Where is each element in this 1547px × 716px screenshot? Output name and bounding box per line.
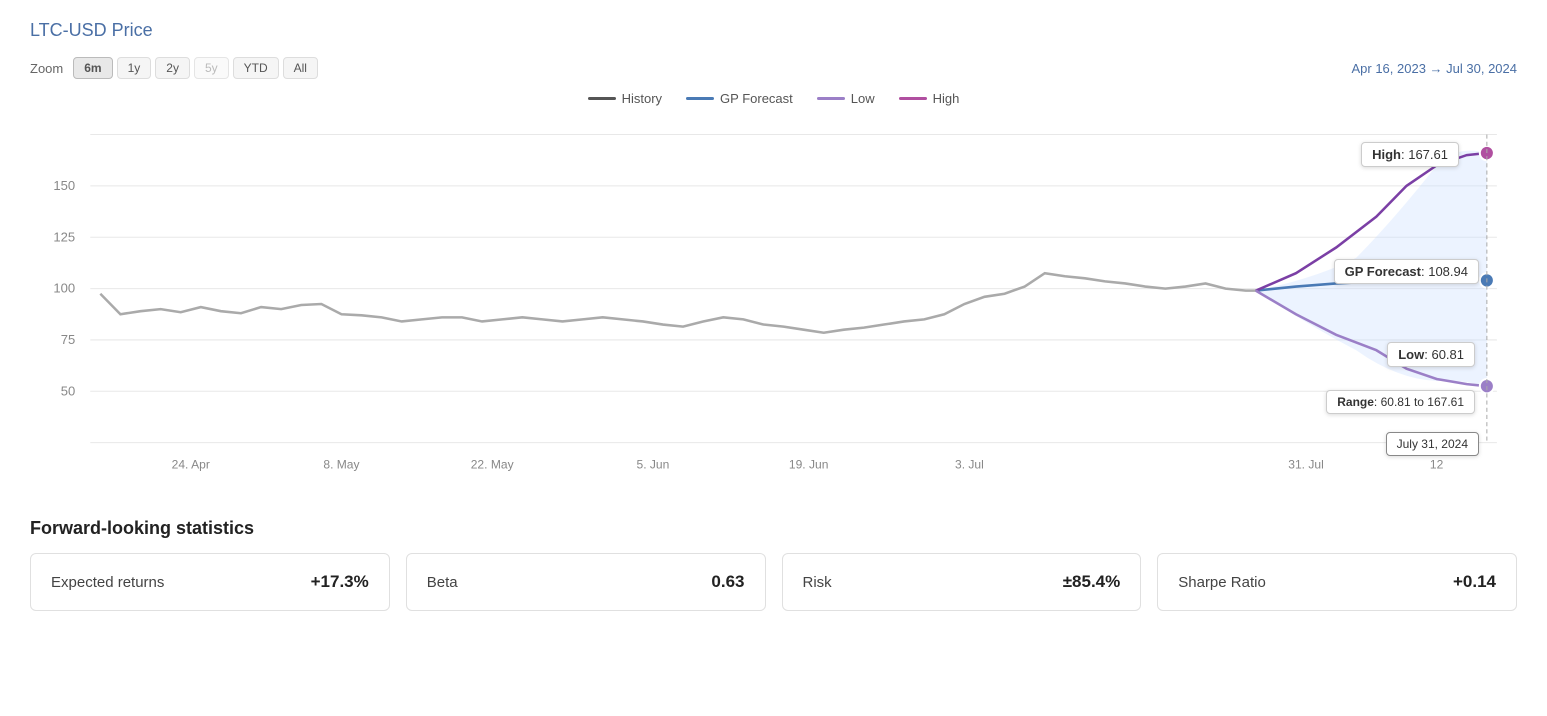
main-chart-svg: 150 125 100 75 50 24. Apr 8. May 22. May… [30, 114, 1517, 494]
chart-legend: History GP Forecast Low High [30, 91, 1517, 106]
stats-cards: Expected returns +17.3% Beta 0.63 Risk ±… [30, 553, 1517, 611]
legend-low: Low [817, 91, 875, 106]
tooltip-gp-label: GP Forecast [1345, 264, 1421, 279]
tooltip-high: High: 167.61 [1361, 142, 1459, 167]
legend-gp-line [686, 97, 714, 100]
expected-returns-value: +17.3% [311, 572, 369, 592]
main-container: LTC-USD Price Zoom 6m 1y 2y 5y YTD All A… [0, 0, 1547, 631]
legend-gp-forecast: GP Forecast [686, 91, 793, 106]
legend-gp-label: GP Forecast [720, 91, 793, 106]
stats-section: Forward-looking statistics Expected retu… [30, 518, 1517, 611]
zoom-5y[interactable]: 5y [194, 57, 229, 79]
svg-text:22. May: 22. May [471, 457, 515, 471]
legend-history-line [588, 97, 616, 100]
svg-text:31. Jul: 31. Jul [1288, 457, 1324, 471]
beta-label: Beta [427, 574, 458, 591]
stat-card-beta: Beta 0.63 [406, 553, 766, 611]
tooltip-range-label: Range: 60.81 to 167.61 [1337, 395, 1464, 409]
zoom-all[interactable]: All [283, 57, 318, 79]
legend-high: High [899, 91, 960, 106]
svg-text:12: 12 [1430, 457, 1444, 471]
zoom-1y[interactable]: 1y [117, 57, 152, 79]
svg-text:150: 150 [53, 178, 75, 193]
zoom-controls: Zoom 6m 1y 2y 5y YTD All [30, 57, 318, 79]
chart-wrapper: 150 125 100 75 50 24. Apr 8. May 22. May… [30, 114, 1517, 494]
tooltip-date-value: July 31, 2024 [1397, 437, 1468, 451]
sharpe-label: Sharpe Ratio [1178, 574, 1266, 591]
expected-returns-label: Expected returns [51, 574, 164, 591]
svg-text:3. Jul: 3. Jul [955, 457, 984, 471]
legend-history-label: History [622, 91, 662, 106]
stats-title: Forward-looking statistics [30, 518, 1517, 539]
svg-text:8. May: 8. May [323, 457, 360, 471]
sharpe-value: +0.14 [1453, 572, 1496, 592]
svg-text:100: 100 [53, 281, 75, 296]
tooltip-gp-value: : 108.94 [1421, 264, 1468, 279]
zoom-label: Zoom [30, 61, 63, 76]
tooltip-date: July 31, 2024 [1386, 432, 1479, 456]
legend-history: History [588, 91, 662, 106]
legend-low-label: Low [851, 91, 875, 106]
legend-low-line [817, 97, 845, 100]
svg-text:75: 75 [61, 332, 76, 347]
zoom-bar: Zoom 6m 1y 2y 5y YTD All Apr 16, 2023 → … [30, 57, 1517, 79]
tooltip-low: Low: 60.81 [1387, 342, 1475, 367]
tooltip-low-value: : 60.81 [1424, 347, 1464, 362]
svg-text:50: 50 [61, 383, 76, 398]
stat-card-sharpe: Sharpe Ratio +0.14 [1157, 553, 1517, 611]
date-range: Apr 16, 2023 → Jul 30, 2024 [1351, 61, 1517, 76]
risk-value: ±85.4% [1063, 572, 1121, 592]
beta-value: 0.63 [711, 572, 744, 592]
svg-text:125: 125 [53, 229, 75, 244]
page-title: LTC-USD Price [30, 20, 1517, 41]
zoom-2y[interactable]: 2y [155, 57, 190, 79]
svg-text:5. Jun: 5. Jun [637, 457, 670, 471]
tooltip-high-value: : 167.61 [1401, 147, 1448, 162]
tooltip-high-label: High [1372, 147, 1401, 162]
legend-high-line [899, 97, 927, 100]
risk-label: Risk [803, 574, 832, 591]
tooltip-gp: GP Forecast: 108.94 [1334, 259, 1479, 284]
zoom-ytd[interactable]: YTD [233, 57, 279, 79]
svg-text:24. Apr: 24. Apr [172, 457, 210, 471]
legend-high-label: High [933, 91, 960, 106]
svg-text:19. Jun: 19. Jun [789, 457, 829, 471]
stat-card-expected-returns: Expected returns +17.3% [30, 553, 390, 611]
tooltip-low-label: Low [1398, 347, 1424, 362]
stat-card-risk: Risk ±85.4% [782, 553, 1142, 611]
tooltip-range: Range: 60.81 to 167.61 [1326, 390, 1475, 414]
zoom-6m[interactable]: 6m [73, 57, 112, 79]
